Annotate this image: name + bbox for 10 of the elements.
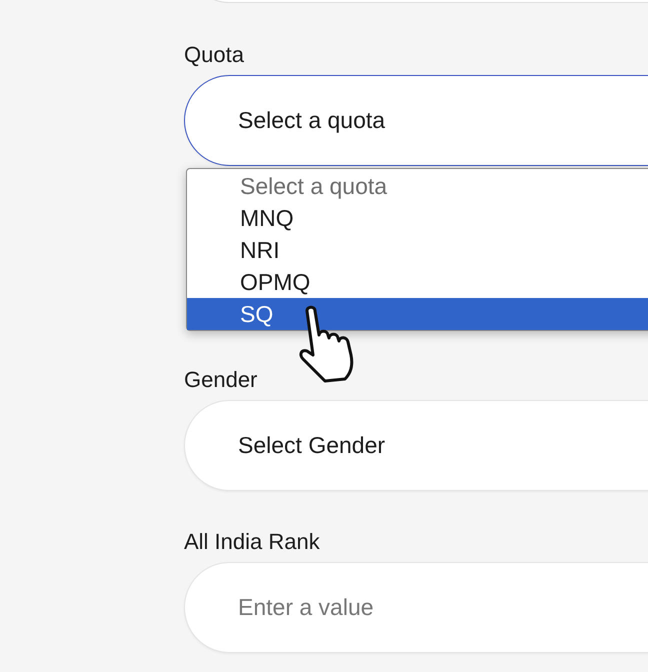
select-field[interactable]: Select a quota: [184, 75, 648, 166]
field-label: All India Rank: [184, 528, 321, 556]
select-field[interactable]: Select Gender: [184, 400, 648, 491]
dropdown-option[interactable]: SQ: [187, 298, 648, 330]
dropdown-option[interactable]: NRI: [187, 234, 648, 266]
dropdown-option[interactable]: OPMQ: [187, 266, 648, 298]
field-label: Quota: [184, 41, 245, 69]
input-field[interactable]: Enter a value: [184, 562, 648, 653]
dropdown-option[interactable]: MNQ: [187, 202, 648, 234]
field-label: Gender: [184, 366, 258, 394]
